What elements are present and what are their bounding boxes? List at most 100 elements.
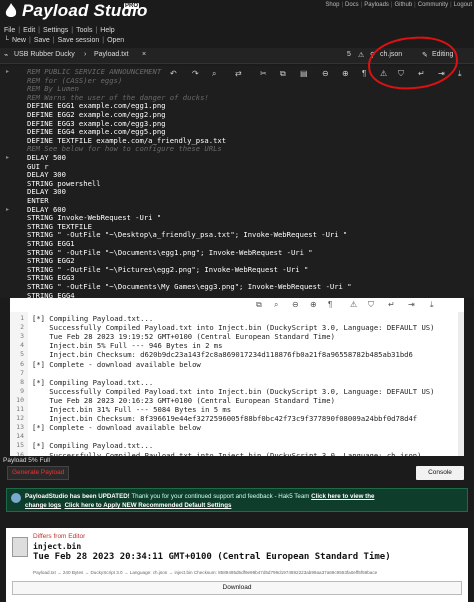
usb-icon: ⌁ <box>4 52 9 59</box>
main-menu: File | Edit | Settings | Tools | Help <box>4 27 115 34</box>
banner-message: Thank you for your continued support and… <box>129 493 312 500</box>
editor-gutter: ▸ ▸ ▸ <box>0 66 24 298</box>
nav-link-logout[interactable]: Logout <box>454 2 472 8</box>
output-line-number: 11 <box>16 405 24 413</box>
copy-icon[interactable]: ⧉ <box>256 300 262 310</box>
menu-separator: | <box>38 27 40 34</box>
download-card: Differs from Editor inject.bin Tue Feb 2… <box>6 528 468 602</box>
nav-separator: | <box>450 2 452 8</box>
output-line: Tue Feb 28 2023 19:19:52 GMT+0100 (Centr… <box>32 332 335 342</box>
device-selector[interactable]: USB Rubber Ducky <box>14 51 75 58</box>
output-line: Inject.bin 31% Full --- 5084 Bytes in 5 … <box>32 405 232 414</box>
output-console[interactable]: ⧉ ⌕ ⊖ ⊕ ¶ ⚠ ⛉ ↵ ⇥ ⤓ 1 [*] Compiling Paylo… <box>10 298 464 456</box>
file-tab[interactable]: Payload.txt <box>94 51 129 58</box>
console-button[interactable]: Console <box>416 466 464 480</box>
menu-edit[interactable]: Edit <box>23 27 35 34</box>
menu-file[interactable]: File <box>4 27 15 34</box>
paragraph-icon[interactable]: ¶ <box>328 300 332 309</box>
nav-separator: | <box>341 2 343 8</box>
pro-badge: PRO <box>124 3 140 9</box>
output-line-number: 13 <box>16 423 24 432</box>
output-line-number: 12 <box>16 414 24 423</box>
output-line-number: 16 <box>16 450 24 457</box>
code-line[interactable]: STRING " -OutFile "~\Documents\My Games\… <box>27 282 352 292</box>
file-icon <box>12 537 28 557</box>
wrap-icon[interactable]: ↵ <box>388 300 395 309</box>
zoom-out-icon[interactable]: ⊖ <box>292 300 299 309</box>
output-line: Successfully Compiled Payload.txt into I… <box>32 323 435 333</box>
output-line-number: 2 <box>20 323 24 332</box>
code-line[interactable]: STRING " -OutFile "~\Desktop\a_friendly_… <box>27 231 347 240</box>
output-line: Inject.bin 5% Full --- 946 Bytes in 2 ms <box>32 341 223 351</box>
file-date: Tue Feb 28 2023 20:34:11 GMT+0100 (Centr… <box>33 552 391 562</box>
code-editor[interactable]: ▸ ▸ ▸ REM PUBLIC SERVICE ANNOUNCEMENT REM f… <box>0 66 474 298</box>
info-icon <box>11 493 21 503</box>
fold-icon[interactable]: ▸ <box>6 68 9 75</box>
file-actions-menu: └ New | Save | Save session | Open <box>4 37 124 44</box>
action-open[interactable]: Open <box>107 37 124 44</box>
warning-icon[interactable]: ⚠ <box>350 300 357 309</box>
nav-link-docs[interactable]: Docs <box>345 2 359 8</box>
action-save-session[interactable]: Save session <box>58 37 100 44</box>
new-file-icon: └ <box>4 37 9 44</box>
output-line: Inject.bin Checksum: 8f396619e44ef327259… <box>32 414 418 424</box>
output-line-number: 7 <box>20 368 24 377</box>
menu-separator: | <box>71 27 74 34</box>
generate-payload-button[interactable]: Generate Payload <box>7 466 70 480</box>
output-scrollbar[interactable] <box>458 312 464 456</box>
menu-separator: | <box>95 27 98 34</box>
menu-tools[interactable]: Tools <box>76 27 92 34</box>
differs-note: Differs from Editor <box>33 533 86 540</box>
banner-headline: PayloadStudio has been UPDATED! <box>25 493 130 500</box>
output-line: Tue Feb 28 2023 20:16:23 GMT+0100 (Centr… <box>32 395 335 405</box>
output-line-number: 1 <box>20 314 24 322</box>
output-line-number: 10 <box>16 395 24 404</box>
nav-link-github[interactable]: Github <box>394 2 412 8</box>
update-banner: PayloadStudio has been UPDATED! Thank yo… <box>6 488 468 512</box>
menu-settings[interactable]: Settings <box>43 27 68 34</box>
changelog-link-2[interactable]: change logs <box>25 502 61 509</box>
download-icon[interactable]: ⤓ <box>430 300 434 310</box>
top-nav: Shop | Docs | Payloads | Github | Community | Logo… <box>325 2 472 8</box>
search-icon[interactable]: ⌕ <box>274 300 278 310</box>
nav-separator: | <box>414 2 416 8</box>
action-new[interactable]: New <box>12 37 26 44</box>
banner-line-2: change logs Click here to Apply NEW Reco… <box>25 502 231 509</box>
output-line-number: 6 <box>20 359 24 368</box>
output-line: Inject.bin Checksum: d620b9dc23a143f2c8a… <box>32 350 413 360</box>
app-header: Payload Studio PRO Shop | Docs | Payloads | Gi… <box>0 0 474 26</box>
indent-icon[interactable]: ⇥ <box>408 300 415 309</box>
fold-icon[interactable]: ▸ <box>6 154 9 161</box>
nav-link-community[interactable]: Community <box>418 2 448 8</box>
apply-defaults-link[interactable]: Click here to Apply NEW Recommended Defa… <box>65 502 232 509</box>
output-line: [*] Complete - download available below <box>32 423 201 433</box>
nav-link-shop[interactable]: Shop <box>325 2 339 8</box>
output-line-number: 3 <box>20 332 24 341</box>
changelog-link[interactable]: Click here to view the <box>311 493 374 500</box>
output-line: [*] Compiling Payload.txt... <box>32 441 154 451</box>
output-line-number: 8 <box>20 377 24 386</box>
fold-icon[interactable]: ▸ <box>6 206 9 213</box>
output-toolbar: ⧉ ⌕ ⊖ ⊕ ¶ ⚠ ⛉ ↵ ⇥ ⤓ <box>10 298 464 312</box>
action-save[interactable]: Save <box>34 37 50 44</box>
download-button[interactable]: Download <box>12 581 462 595</box>
zoom-in-icon[interactable]: ⊕ <box>310 300 317 309</box>
menu-separator: | <box>52 37 55 44</box>
logo-icon <box>5 3 17 17</box>
output-line-number: 14 <box>16 432 24 441</box>
line-count: 5 <box>347 51 351 58</box>
close-icon[interactable]: × <box>142 51 146 58</box>
menu-help[interactable]: Help <box>100 27 114 34</box>
nav-separator: | <box>390 2 393 8</box>
output-line: Successfully Compiled Payload.txt into I… <box>32 386 435 396</box>
menu-separator: | <box>102 37 105 44</box>
nav-separator: | <box>360 2 363 8</box>
banner-line-1: PayloadStudio has been UPDATED! Thank yo… <box>25 493 374 500</box>
shield-icon[interactable]: ⛉ <box>368 300 374 310</box>
chevron-right-icon: › <box>84 51 87 58</box>
menu-separator: | <box>28 37 31 44</box>
output-line: [*] Compiling Payload.txt... <box>32 314 154 323</box>
output-line: Successfully Compiled Payload.txt into I… <box>32 450 422 457</box>
payload-status: Payload 5% Full <box>3 457 50 464</box>
nav-link-payloads[interactable]: Payloads <box>364 2 389 8</box>
